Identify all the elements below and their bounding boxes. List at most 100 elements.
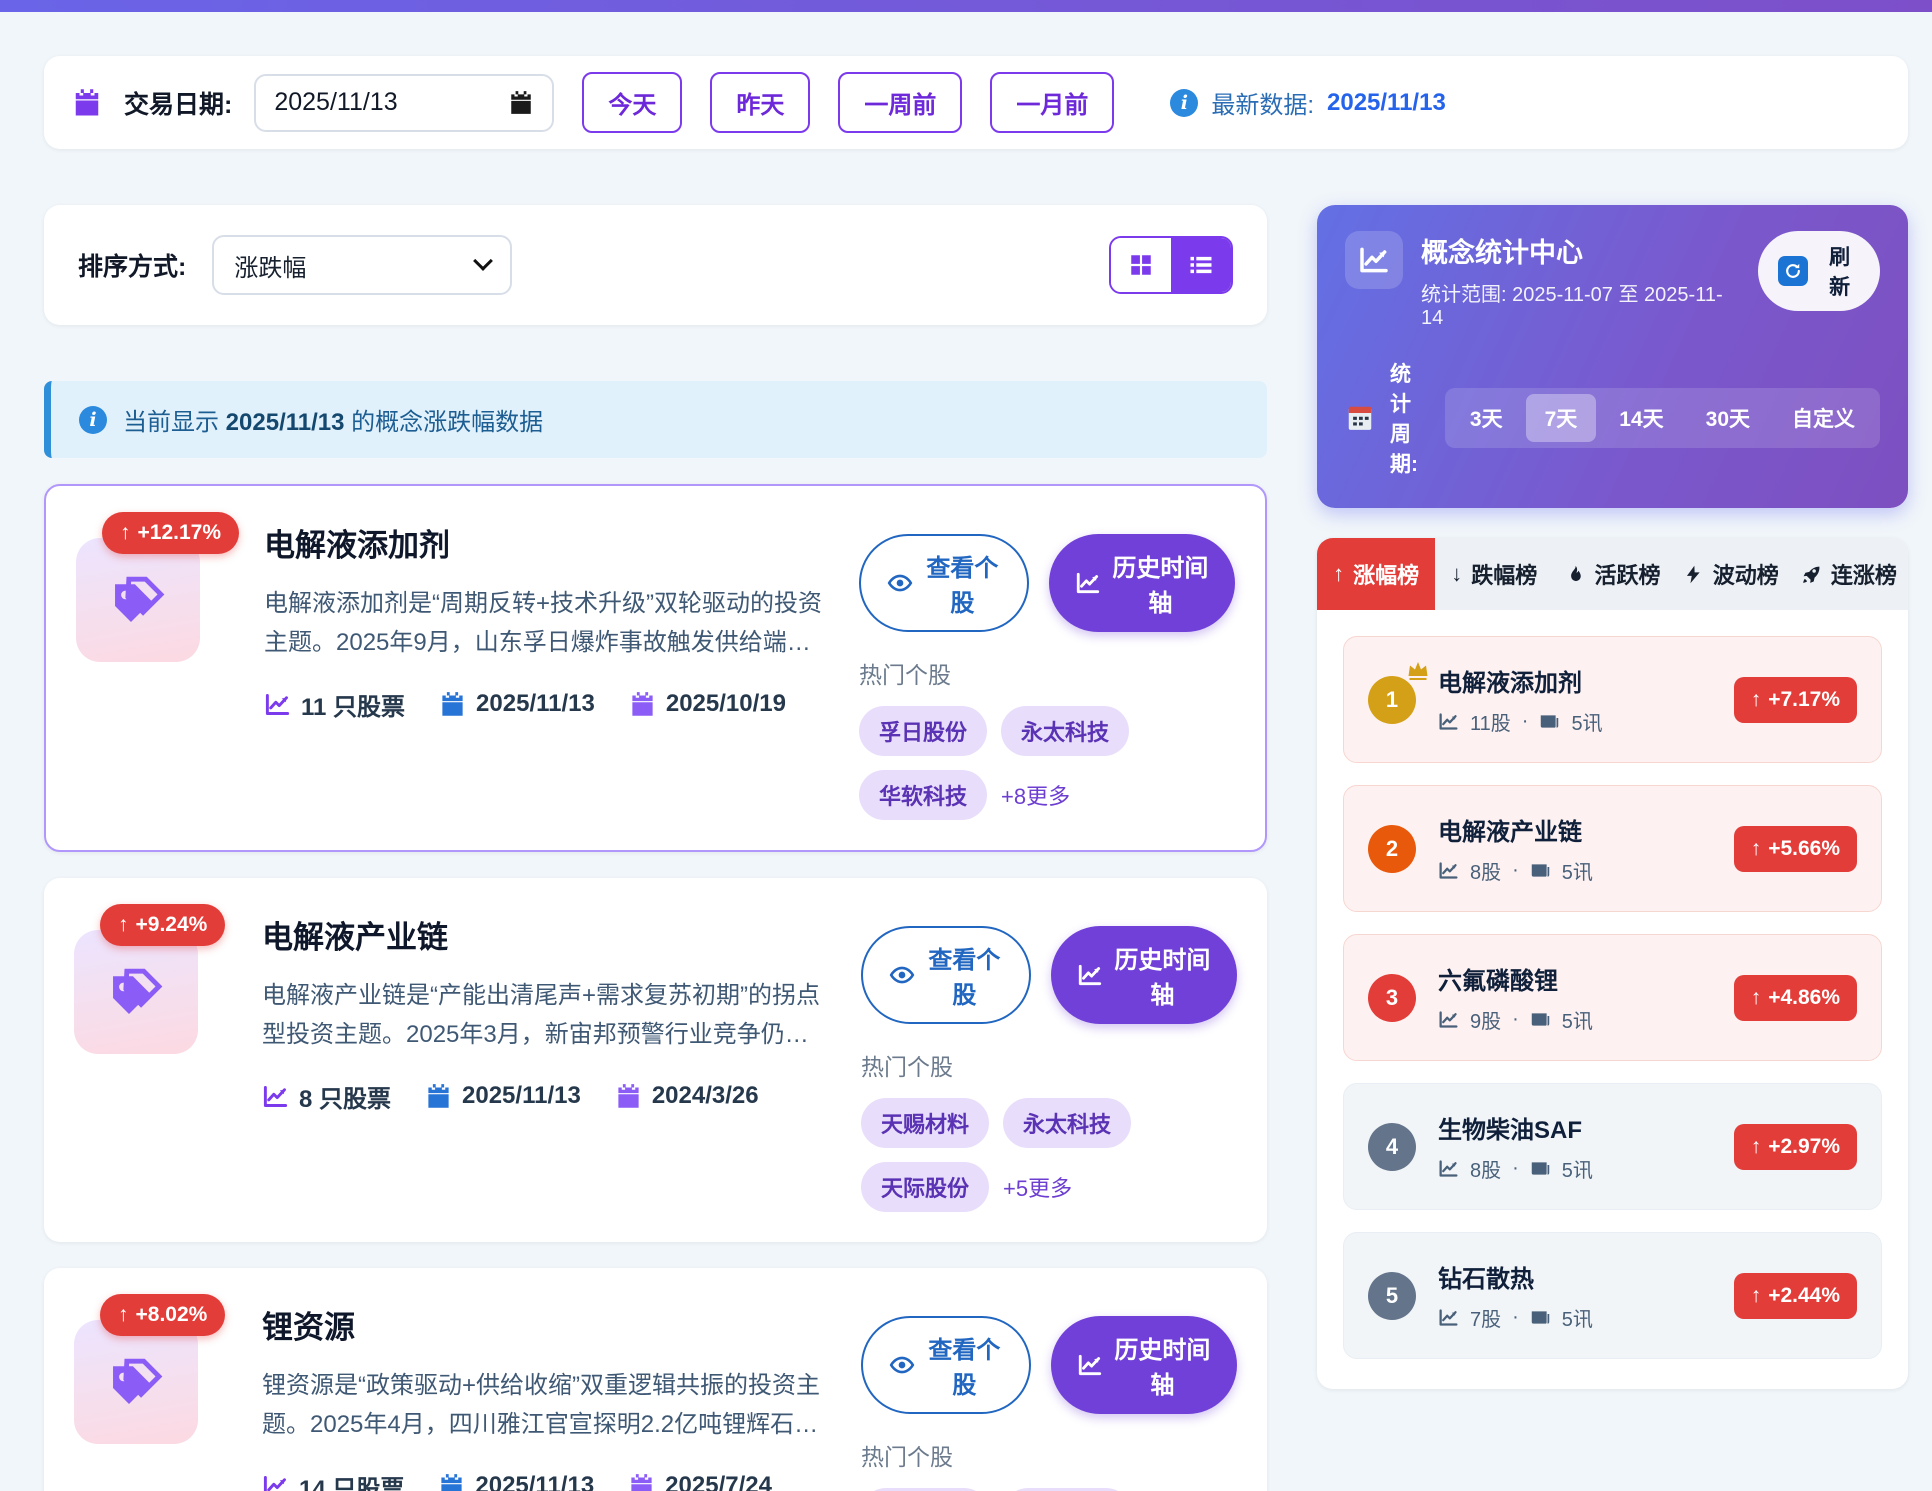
rank-meta: 7股 · 5讯 [1438, 1303, 1712, 1332]
view-stocks-button[interactable]: 查看个股 [861, 1316, 1031, 1414]
tab-gainers[interactable]: ↑涨幅榜 [1317, 538, 1435, 610]
period-custom-button[interactable]: 自定义 [1773, 394, 1874, 442]
stock-chart-icon [1438, 1158, 1459, 1179]
crown-icon [1406, 658, 1430, 682]
up-arrow-icon: ↑ [1751, 986, 1762, 1010]
stock-chart-icon [1438, 1009, 1459, 1030]
tab-losers[interactable]: ↓跌幅榜 [1435, 538, 1553, 610]
rank-item[interactable]: 2 电解液产业链 8股 · 5讯 ↑+5.66% [1343, 785, 1882, 912]
rank-number-badge: 4 [1368, 1123, 1416, 1171]
tab-volatility[interactable]: 波动榜 [1672, 538, 1790, 610]
date-picker-icon[interactable] [508, 90, 534, 116]
view-stocks-button[interactable]: 查看个股 [859, 534, 1029, 632]
calendar-icon [425, 1083, 452, 1110]
change-badge: ↑+9.24% [100, 904, 225, 946]
flame-icon [1565, 564, 1586, 585]
concept-card[interactable]: ↑+9.24% 电解液产业链 电解液产业链是“产能出清尾声+需求复苏初期”的拐点… [44, 878, 1267, 1242]
more-stocks-link[interactable]: +8更多 [1001, 779, 1070, 811]
period-group: 3天 7天 14天 30天 自定义 [1445, 388, 1880, 448]
stock-chart-icon [264, 691, 291, 718]
concept-stats-panel: 概念统计中心 统计范围: 2025-11-07 至 2025-11-14 刷新 … [1317, 205, 1908, 508]
quick-date-yesterday-button[interactable]: 昨天 [710, 72, 810, 133]
concept-title: 锂资源 [262, 1302, 825, 1347]
concept-meta: 11 只股票 2025/11/13 2025/10/19 [264, 687, 823, 722]
period-label: 统计周期: [1390, 358, 1430, 478]
sort-label: 排序方式: [78, 247, 186, 283]
stock-tag[interactable]: 天际股份 [861, 1162, 989, 1212]
latest-data-label: 最新数据: [1211, 85, 1314, 120]
stock-tag[interactable]: 永太科技 [1003, 1098, 1131, 1148]
history-timeline-button[interactable]: 历史时间轴 [1051, 1316, 1237, 1414]
rank-concept-name: 生物柴油SAF [1438, 1110, 1712, 1145]
current-data-banner: i 当前显示 2025/11/13 的概念涨跌幅数据 [44, 381, 1267, 458]
stock-tag[interactable]: 华软科技 [859, 770, 987, 820]
concept-card[interactable]: ↑+12.17% 电解液添加剂 电解液添加剂是“周期反转+技术升级”双轮驱动的投… [44, 484, 1267, 852]
view-stocks-button[interactable]: 查看个股 [861, 926, 1031, 1024]
rank-change-badge: ↑+2.97% [1734, 1124, 1857, 1170]
tab-most-active[interactable]: 活跃榜 [1553, 538, 1671, 610]
news-icon [1530, 860, 1551, 881]
eye-icon [889, 962, 915, 988]
chevron-down-icon [473, 251, 493, 271]
news-icon [1530, 1307, 1551, 1328]
stock-tag[interactable]: 天赐材料 [861, 1098, 989, 1148]
calendar-icon [439, 691, 466, 718]
calendar-icon [628, 1473, 655, 1491]
quick-date-today-button[interactable]: 今天 [582, 72, 682, 133]
concept-title: 电解液添加剂 [264, 520, 823, 565]
stock-chart-icon [1438, 711, 1459, 732]
up-arrow-icon: ↑ [118, 913, 129, 937]
change-badge: ↑+8.02% [100, 1294, 225, 1336]
list-view-button[interactable] [1171, 238, 1231, 292]
period-7d-button[interactable]: 7天 [1526, 394, 1597, 442]
tab-streak[interactable]: 连涨榜 [1790, 538, 1908, 610]
banner-date: 2025/11/13 [226, 409, 345, 436]
stock-chart-icon [262, 1473, 289, 1491]
tags-icon [109, 571, 167, 629]
refresh-button[interactable]: 刷新 [1758, 231, 1880, 311]
trade-date-label: 交易日期: [124, 85, 232, 121]
stock-count: 8 只股票 [299, 1079, 391, 1114]
concept-card[interactable]: ↑+8.02% 锂资源 锂资源是“政策驱动+供给收缩”双重逻辑共振的投资主题。2… [44, 1268, 1267, 1491]
history-timeline-button[interactable]: 历史时间轴 [1051, 926, 1237, 1024]
grid-icon [1128, 252, 1154, 278]
period-30d-button[interactable]: 30天 [1687, 394, 1769, 442]
rank-concept-name: 电解液产业链 [1438, 812, 1712, 847]
calendar-icon [72, 88, 102, 118]
sort-select[interactable]: 涨跌幅 [212, 235, 512, 295]
hot-stocks-label: 热门个股 [859, 656, 1235, 690]
grid-view-button[interactable] [1111, 238, 1171, 292]
timeline-chart-icon [1075, 570, 1101, 596]
news-icon [1530, 1009, 1551, 1030]
timeline-chart-icon [1077, 962, 1103, 988]
rank-item[interactable]: 4 生物柴油SAF 8股 · 5讯 ↑+2.97% [1343, 1083, 1882, 1210]
hot-stocks-label: 热门个股 [861, 1048, 1237, 1082]
history-timeline-button[interactable]: 历史时间轴 [1049, 534, 1235, 632]
create-date: 2025/7/24 [665, 1472, 772, 1491]
period-14d-button[interactable]: 14天 [1600, 394, 1682, 442]
up-arrow-icon: ↑ [1751, 688, 1762, 712]
update-date: 2025/11/13 [476, 690, 595, 718]
period-3d-button[interactable]: 3天 [1451, 394, 1522, 442]
stock-count: 14 只股票 [299, 1469, 404, 1491]
rank-number-badge: 3 [1368, 974, 1416, 1022]
stock-tag[interactable]: 永太科技 [1001, 706, 1129, 756]
update-date: 2025/11/13 [462, 1082, 581, 1110]
quick-date-week-ago-button[interactable]: 一周前 [838, 72, 962, 133]
rank-item[interactable]: 5 钻石散热 7股 · 5讯 ↑+2.44% [1343, 1232, 1882, 1359]
news-icon [1530, 1158, 1551, 1179]
rank-meta: 11股 · 5讯 [1438, 707, 1712, 736]
sort-selected-value: 涨跌幅 [234, 248, 306, 283]
stats-range: 统计范围: 2025-11-07 至 2025-11-14 [1421, 278, 1740, 330]
banner-text: 当前显示 2025/11/13 的概念涨跌幅数据 [123, 402, 543, 437]
quick-date-month-ago-button[interactable]: 一月前 [990, 72, 1114, 133]
period-calendar-icon [1345, 403, 1375, 433]
rank-item[interactable]: 3 六氟磷酸锂 9股 · 5讯 ↑+4.86% [1343, 934, 1882, 1061]
rocket-icon [1801, 564, 1822, 585]
trade-date-input[interactable]: 2025/11/13 [254, 74, 554, 132]
stock-tag[interactable]: 孚日股份 [859, 706, 987, 756]
trade-date-value: 2025/11/13 [274, 88, 397, 117]
eye-icon [887, 570, 913, 596]
more-stocks-link[interactable]: +5更多 [1003, 1171, 1072, 1203]
rank-item[interactable]: 1 电解液添加剂 11股 · 5讯 ↑+7.17% [1343, 636, 1882, 763]
